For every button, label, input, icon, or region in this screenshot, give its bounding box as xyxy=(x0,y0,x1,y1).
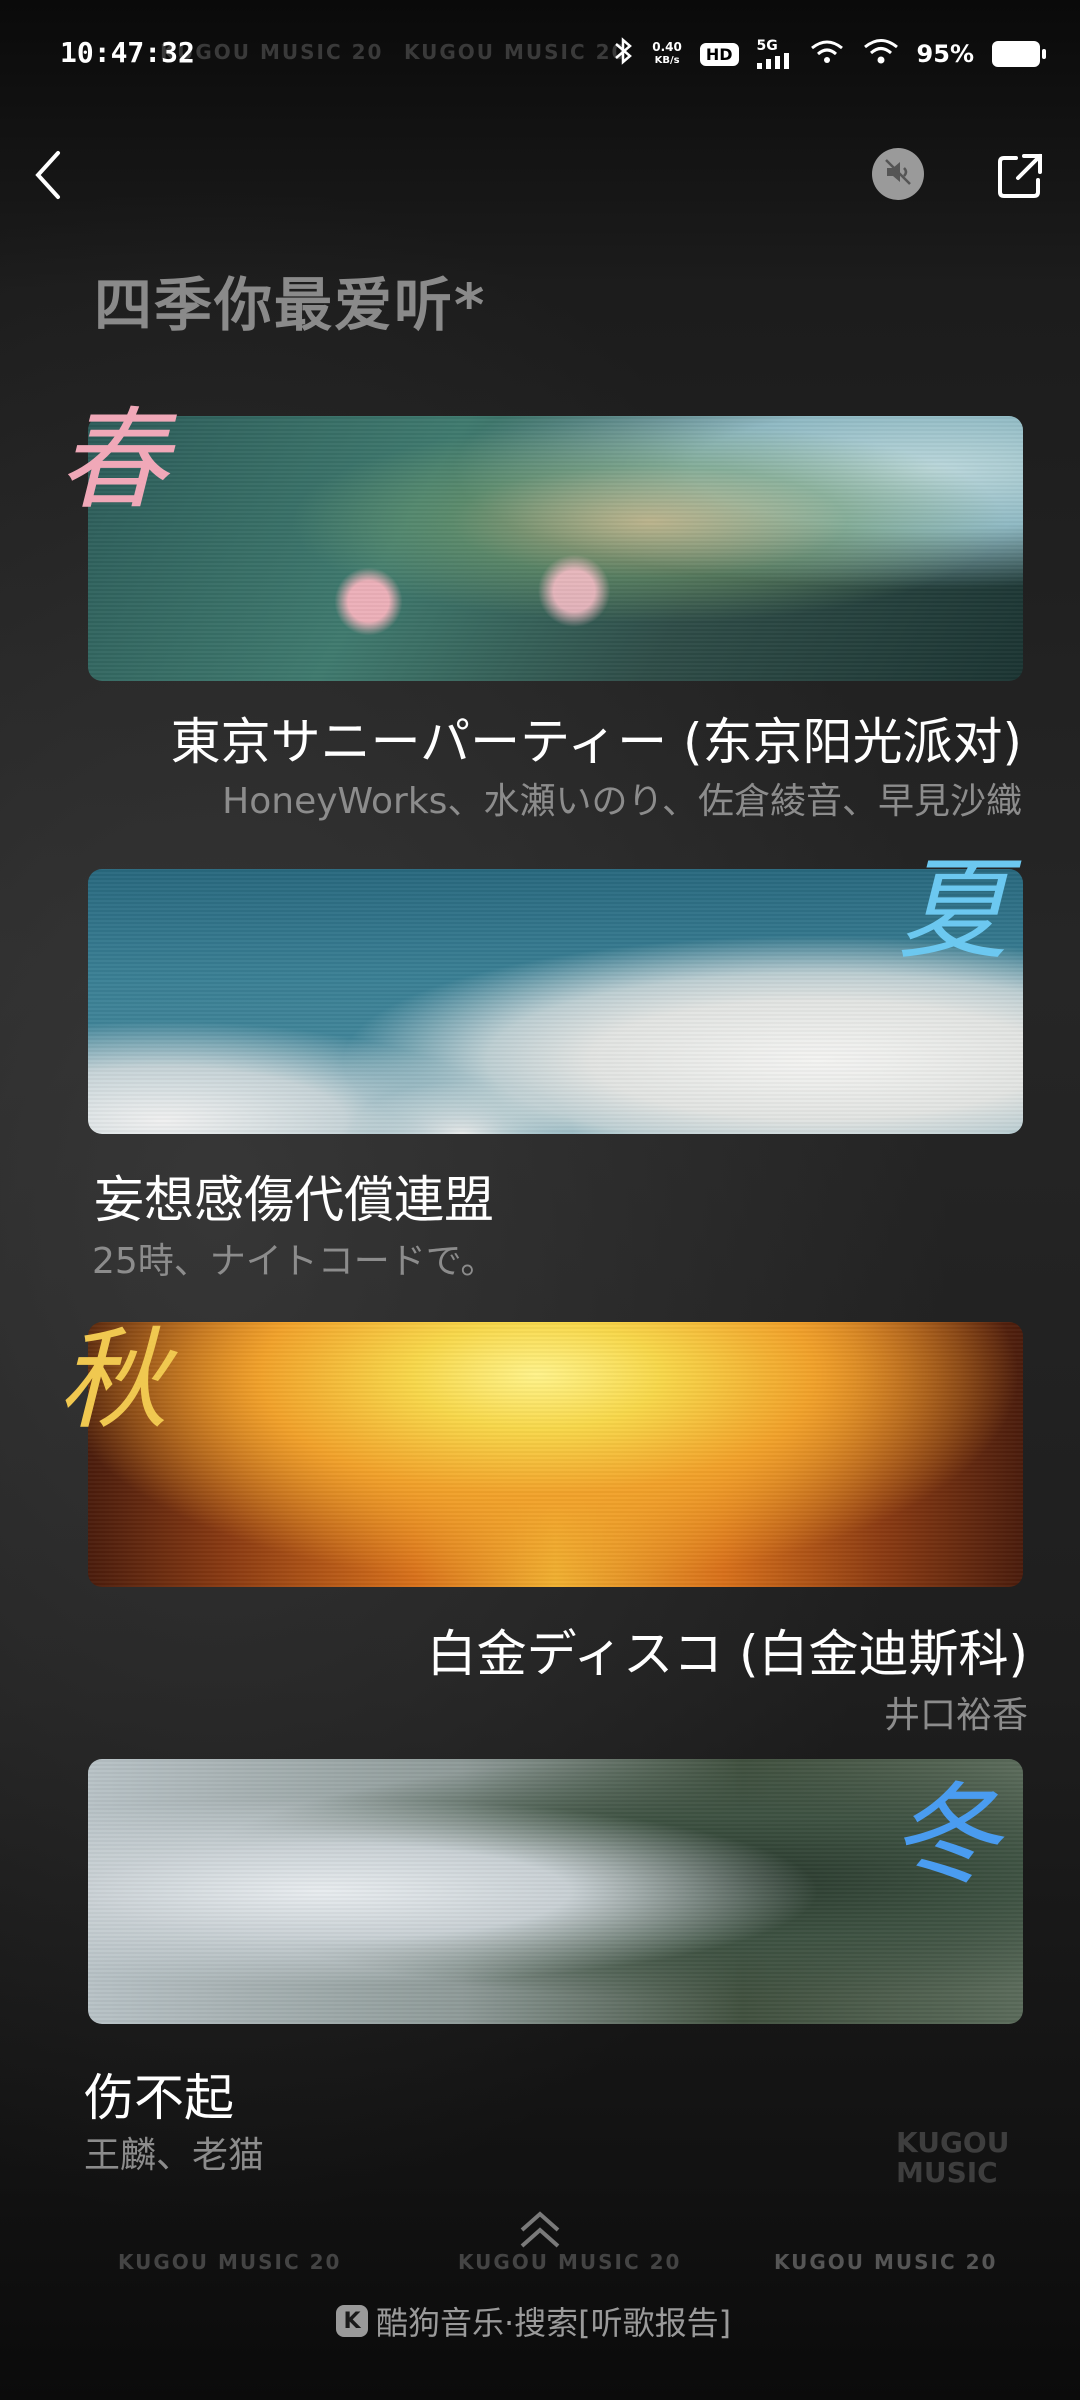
share-icon xyxy=(992,154,1048,208)
card-image-autumn xyxy=(88,1322,1023,1587)
season-card-autumn[interactable] xyxy=(88,1322,1023,1587)
status-bar: KUGOU MUSIC 20 KUGOU MUSIC 20 10:47:32 0… xyxy=(0,0,1080,110)
song-artist-winter[interactable]: 王麟、老猫 xyxy=(84,2126,264,2178)
footer-strip-item: KUGOU MUSIC 20 xyxy=(118,2250,342,2274)
song-title-autumn[interactable]: 白金ディスコ (白金迪斯科) xyxy=(427,1614,1028,1686)
cell-signal-label: 5G xyxy=(756,38,778,54)
kugou-watermark: KUGOU MUSIC xyxy=(896,2128,1009,2188)
wifi-icon xyxy=(863,36,899,72)
card-image-spring xyxy=(88,416,1023,681)
status-marquee-center: KUGOU MUSIC 20 xyxy=(404,40,628,64)
song-artist-autumn[interactable]: 井口裕香 xyxy=(884,1686,1028,1738)
battery-icon xyxy=(992,41,1046,67)
season-card-winter[interactable] xyxy=(88,1759,1023,2024)
season-card-spring[interactable] xyxy=(88,416,1023,681)
hd-badge: HD xyxy=(699,42,739,66)
watermark-line2: MUSIC xyxy=(896,2156,998,2189)
footer-brand[interactable]: K 酷狗音乐·搜索[听歌报告] xyxy=(336,2298,731,2344)
share-button[interactable] xyxy=(992,148,1048,204)
speaker-muted-icon xyxy=(882,156,914,192)
footer-strip-item: KUGOU MUSIC 20 xyxy=(458,2250,682,2274)
status-icons: 0.40 KB/s HD 5G 95% xyxy=(612,34,1046,74)
chevron-left-icon xyxy=(28,151,68,209)
card-image-summer xyxy=(88,869,1023,1134)
kugou-logo-icon: K xyxy=(336,2305,368,2337)
season-card-summer[interactable] xyxy=(88,869,1023,1134)
network-speed: 0.40 KB/s xyxy=(652,40,682,68)
song-artist-spring[interactable]: HoneyWorks、水瀬いのり、佐倉綾音、早見沙織 xyxy=(222,772,1022,824)
song-title-winter[interactable]: 伤不起 xyxy=(84,2058,234,2130)
battery-percent: 95% xyxy=(916,40,974,68)
footer-strip-item: KUGOU MUSIC 20 xyxy=(774,2250,998,2274)
song-title-summer[interactable]: 妄想感傷代償連盟 xyxy=(94,1160,494,1232)
bluetooth-icon xyxy=(612,36,634,72)
watermark-line1: KUGOU xyxy=(896,2126,1010,2159)
footer-strip: KUGOU MUSIC 20 KUGOU MUSIC 20 KUGOU MUSI… xyxy=(0,2250,1080,2280)
network-speed-unit: KB/s xyxy=(654,55,680,66)
footer-brand-text: 酷狗音乐·搜索[听歌报告] xyxy=(376,2304,732,2342)
status-time: 10:47:32 xyxy=(60,36,195,69)
network-speed-value: 0.40 xyxy=(652,40,682,54)
back-button[interactable] xyxy=(28,145,78,205)
mute-button[interactable] xyxy=(872,148,924,200)
page-title: 四季你最爱听* xyxy=(94,271,487,339)
song-title-spring[interactable]: 東京サニーパーティー (东京阳光派对) xyxy=(171,702,1022,774)
card-image-winter xyxy=(88,1759,1023,2024)
cell-signal-icon: 5G xyxy=(756,38,791,69)
song-artist-summer[interactable]: 25時、ナイトコードで。 xyxy=(92,1232,496,1284)
signal-alt-icon xyxy=(809,36,845,72)
